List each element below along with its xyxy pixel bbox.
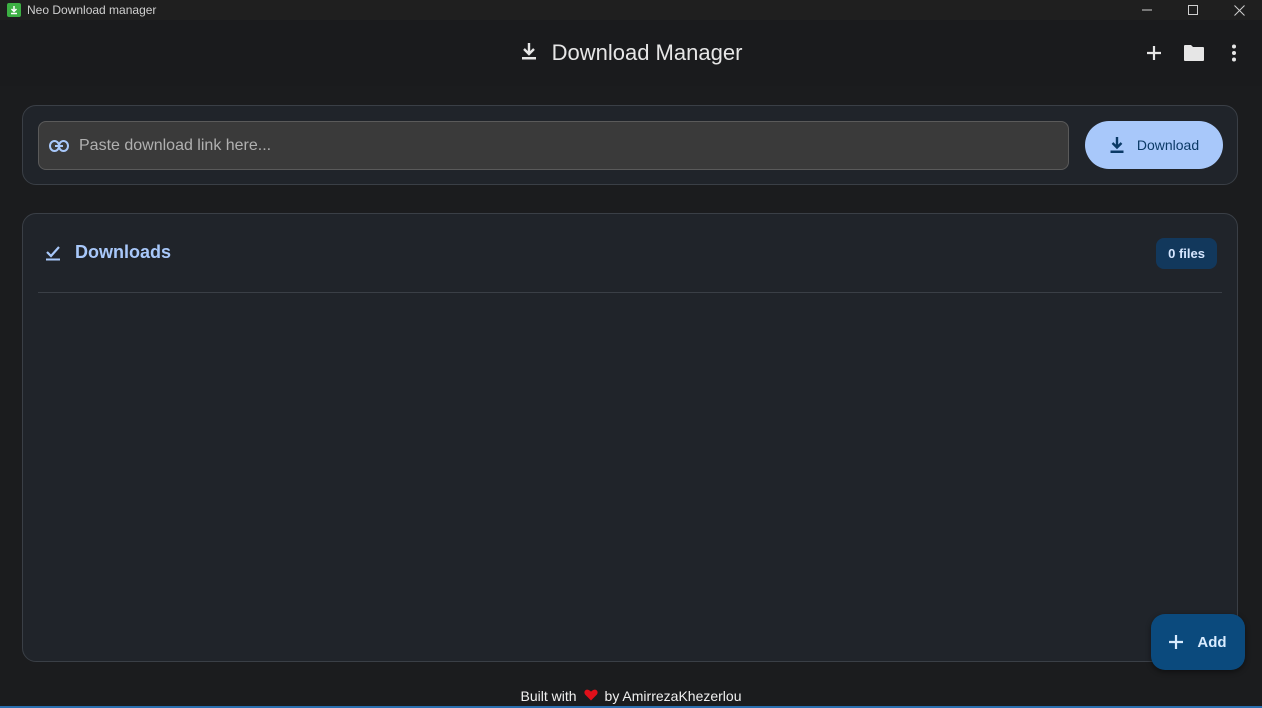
download-icon [1110, 137, 1124, 153]
page-title: Download Manager [551, 40, 743, 65]
downloads-card: Downloads 0 files [22, 213, 1238, 662]
footer-prefix: Built with [520, 688, 577, 704]
plus-icon [1169, 635, 1184, 649]
close-icon[interactable] [1216, 0, 1262, 20]
url-field[interactable] [38, 121, 1069, 170]
app-bar-actions [1134, 20, 1254, 86]
download-button-label: Download [1136, 137, 1200, 153]
download-icon [520, 41, 538, 66]
maximize-icon[interactable] [1170, 0, 1216, 20]
folder-icon [1184, 45, 1204, 61]
divider [38, 292, 1222, 293]
window-title: Neo Download manager [27, 3, 157, 17]
more-options-button[interactable] [1214, 33, 1254, 73]
minimize-icon[interactable] [1124, 0, 1170, 20]
url-input-card: Download [22, 105, 1238, 185]
window-controls [1124, 0, 1262, 20]
app-bar: Download Manager [0, 20, 1262, 86]
app-icon [7, 3, 21, 17]
files-count-badge: 0 files [1156, 238, 1217, 269]
check-icon [46, 245, 60, 260]
add-fab-label: Add [1197, 633, 1227, 651]
link-icon [49, 136, 69, 156]
open-folder-button[interactable] [1174, 33, 1214, 73]
heart-icon [583, 688, 598, 704]
add-button[interactable] [1134, 33, 1174, 73]
more-vertical-icon [1232, 44, 1236, 62]
downloads-header: Downloads [45, 242, 171, 263]
download-button[interactable]: Download [1085, 121, 1223, 169]
downloads-title: Downloads [75, 242, 172, 262]
plus-icon [1147, 46, 1161, 60]
url-input[interactable] [79, 136, 1068, 155]
footer-suffix: by AmirrezaKhezerlou [604, 688, 742, 704]
app-bar-title: Download Manager [0, 20, 1262, 86]
add-fab-button[interactable]: Add [1151, 614, 1245, 670]
window-titlebar: Neo Download manager [0, 0, 1262, 20]
footer: Built with by AmirrezaKhezerlou [0, 686, 1262, 706]
